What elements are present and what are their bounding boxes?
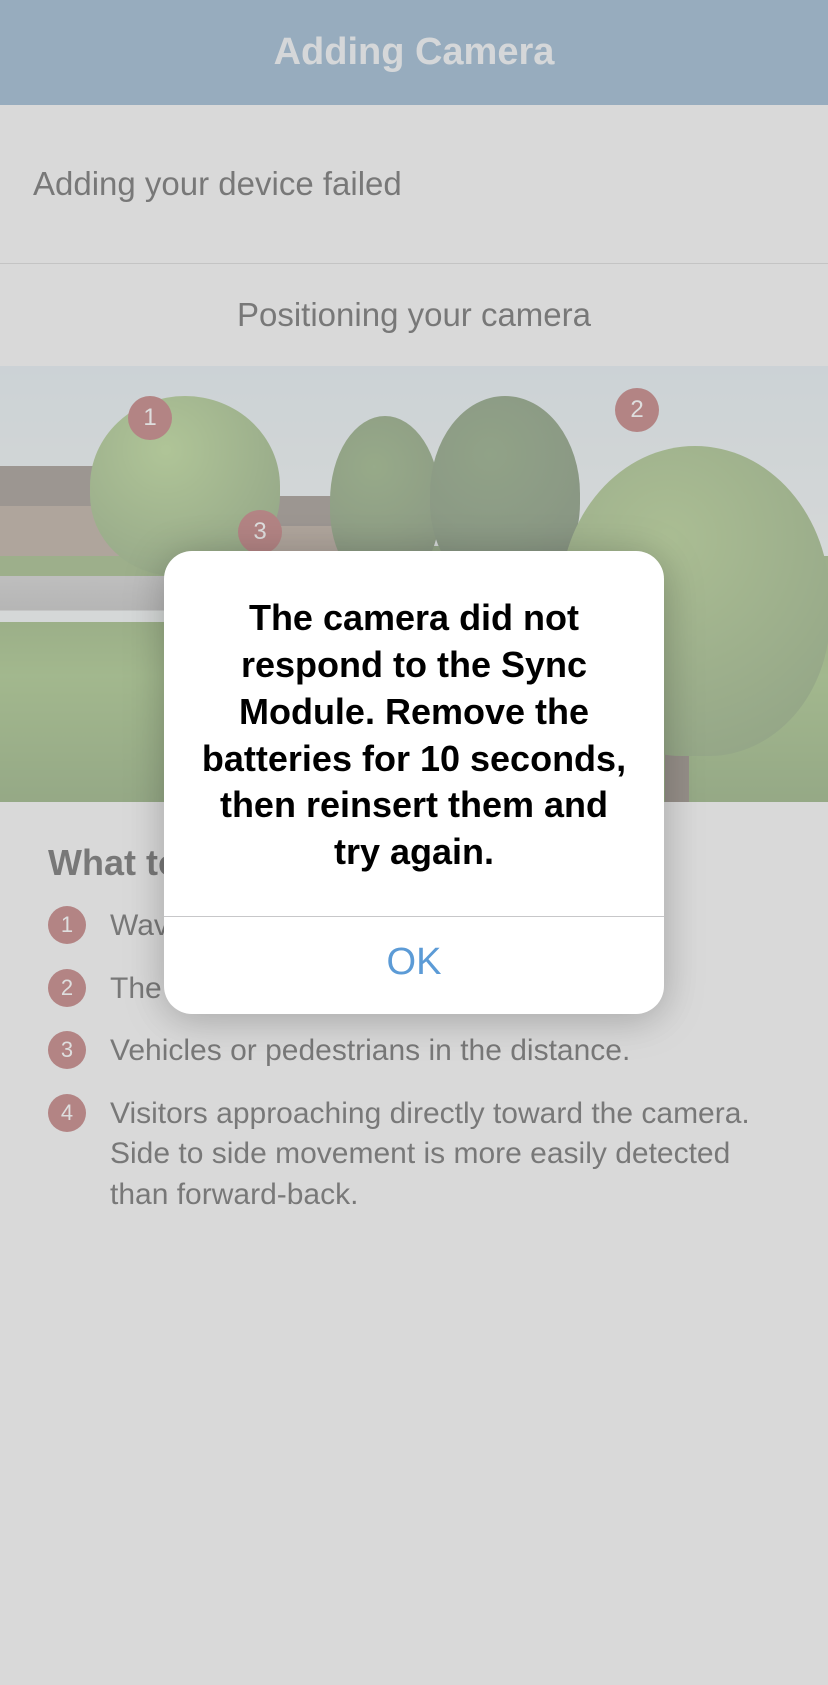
- error-dialog: The camera did not respond to the Sync M…: [164, 551, 664, 1014]
- modal-overlay: The camera did not respond to the Sync M…: [0, 0, 828, 1685]
- ok-button[interactable]: OK: [164, 917, 664, 1014]
- dialog-message: The camera did not respond to the Sync M…: [164, 551, 664, 916]
